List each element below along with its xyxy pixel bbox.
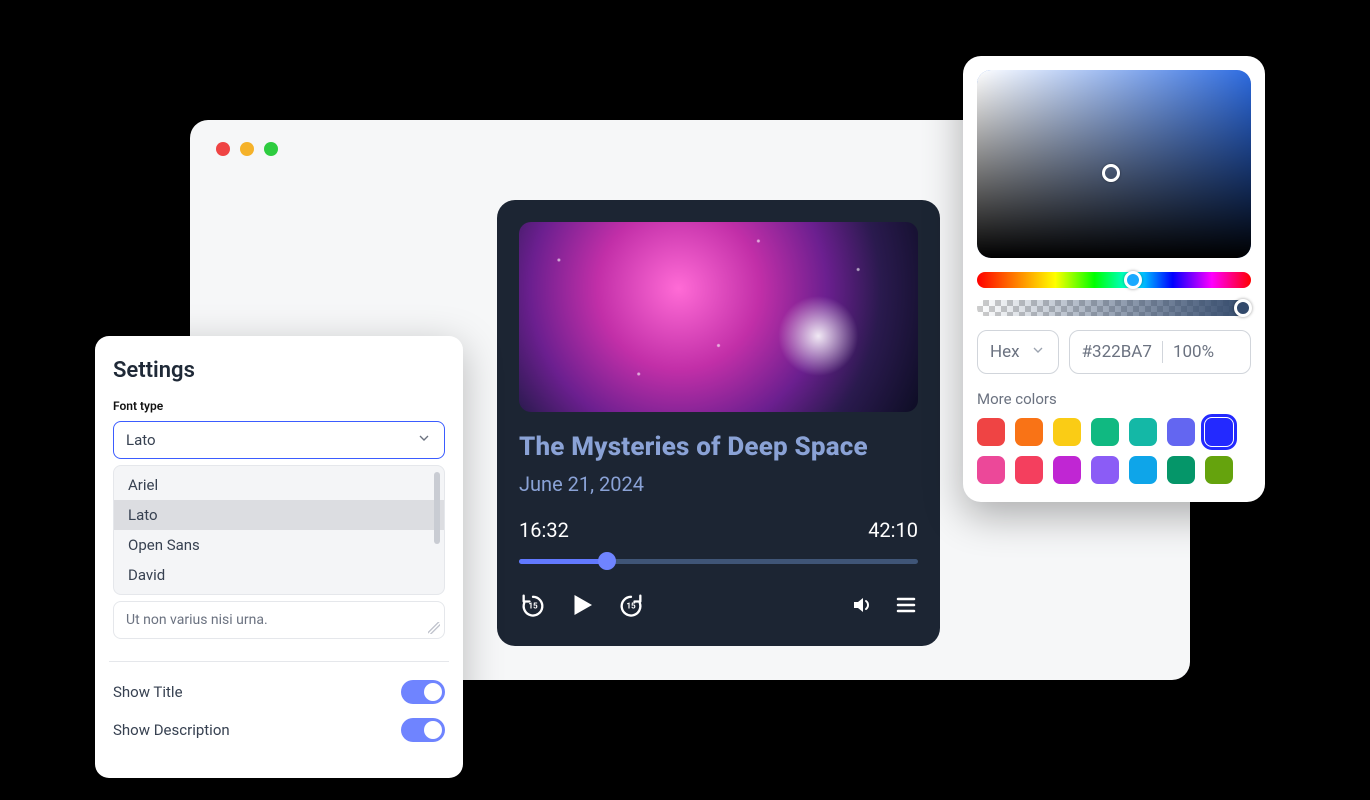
color-swatch[interactable] bbox=[977, 418, 1005, 446]
font-option[interactable]: Open Sans bbox=[114, 530, 444, 560]
seek-bar[interactable] bbox=[519, 556, 918, 566]
svg-text:15: 15 bbox=[626, 601, 636, 611]
chevron-down-icon bbox=[1030, 342, 1046, 363]
minimize-icon[interactable] bbox=[240, 142, 254, 156]
description-textarea-value: Ut non varius nisi urna. bbox=[126, 612, 268, 628]
traffic-lights bbox=[216, 142, 278, 156]
time-duration: 42:10 bbox=[868, 518, 918, 542]
cover-art bbox=[519, 222, 918, 412]
forward-15-icon[interactable]: 15 bbox=[617, 591, 645, 619]
volume-icon[interactable] bbox=[850, 593, 874, 617]
color-swatch[interactable] bbox=[1205, 456, 1233, 484]
hue-slider[interactable] bbox=[977, 272, 1251, 288]
color-swatch[interactable] bbox=[1015, 456, 1043, 484]
resize-handle-icon[interactable] bbox=[428, 622, 440, 634]
svg-text:15: 15 bbox=[528, 601, 538, 611]
font-option[interactable]: Lato bbox=[114, 500, 444, 530]
saturation-value-area[interactable] bbox=[977, 70, 1251, 258]
track-title: The Mysteries of Deep Space bbox=[519, 432, 918, 462]
color-swatch[interactable] bbox=[1053, 456, 1081, 484]
color-swatch[interactable] bbox=[977, 456, 1005, 484]
hue-thumb[interactable] bbox=[1124, 271, 1142, 289]
color-swatch[interactable] bbox=[1091, 418, 1119, 446]
opacity-value: 100% bbox=[1173, 342, 1214, 362]
sv-cursor[interactable] bbox=[1102, 164, 1120, 182]
color-mode-select[interactable]: Hex bbox=[977, 330, 1059, 374]
color-swatch[interactable] bbox=[1015, 418, 1043, 446]
play-icon[interactable] bbox=[567, 590, 597, 620]
media-player: The Mysteries of Deep Space June 21, 202… bbox=[497, 200, 940, 646]
time-elapsed: 16:32 bbox=[519, 518, 569, 542]
alpha-slider[interactable] bbox=[977, 300, 1251, 316]
color-swatch[interactable] bbox=[1167, 456, 1195, 484]
color-swatch[interactable] bbox=[1205, 418, 1233, 446]
more-colors-label: More colors bbox=[977, 390, 1251, 408]
rewind-15-icon[interactable]: 15 bbox=[519, 591, 547, 619]
color-swatch[interactable] bbox=[1167, 418, 1195, 446]
color-swatch[interactable] bbox=[1129, 418, 1157, 446]
show-title-label: Show Title bbox=[113, 683, 183, 701]
description-textarea[interactable]: Ut non varius nisi urna. bbox=[113, 601, 445, 639]
divider bbox=[109, 661, 449, 662]
color-swatch[interactable] bbox=[1053, 418, 1081, 446]
font-type-label: Font type bbox=[113, 399, 445, 413]
font-dropdown: ArielLatoOpen SansDavid bbox=[113, 465, 445, 595]
show-title-toggle[interactable] bbox=[401, 680, 445, 704]
chevron-down-icon bbox=[416, 430, 432, 450]
dropdown-scrollbar[interactable] bbox=[434, 472, 440, 544]
font-select[interactable]: Lato bbox=[113, 421, 445, 459]
settings-heading: Settings bbox=[113, 358, 445, 383]
close-icon[interactable] bbox=[216, 142, 230, 156]
hex-value: #322BA7 bbox=[1082, 342, 1152, 362]
color-swatch[interactable] bbox=[1129, 456, 1157, 484]
swatch-grid bbox=[977, 418, 1251, 484]
color-swatch[interactable] bbox=[1091, 456, 1119, 484]
track-date: June 21, 2024 bbox=[519, 472, 918, 496]
alpha-thumb[interactable] bbox=[1234, 299, 1252, 317]
font-option[interactable]: Ariel bbox=[114, 470, 444, 500]
color-mode-value: Hex bbox=[990, 342, 1020, 362]
color-picker: Hex #322BA7 100% More colors bbox=[963, 56, 1265, 502]
show-description-toggle[interactable] bbox=[401, 718, 445, 742]
font-select-value: Lato bbox=[126, 431, 156, 449]
show-description-label: Show Description bbox=[113, 721, 230, 739]
settings-panel: Settings Font type Lato ArielLatoOpen Sa… bbox=[95, 336, 463, 778]
menu-icon[interactable] bbox=[894, 593, 918, 617]
maximize-icon[interactable] bbox=[264, 142, 278, 156]
font-option[interactable]: David bbox=[114, 560, 444, 590]
color-value-input[interactable]: #322BA7 100% bbox=[1069, 330, 1251, 374]
